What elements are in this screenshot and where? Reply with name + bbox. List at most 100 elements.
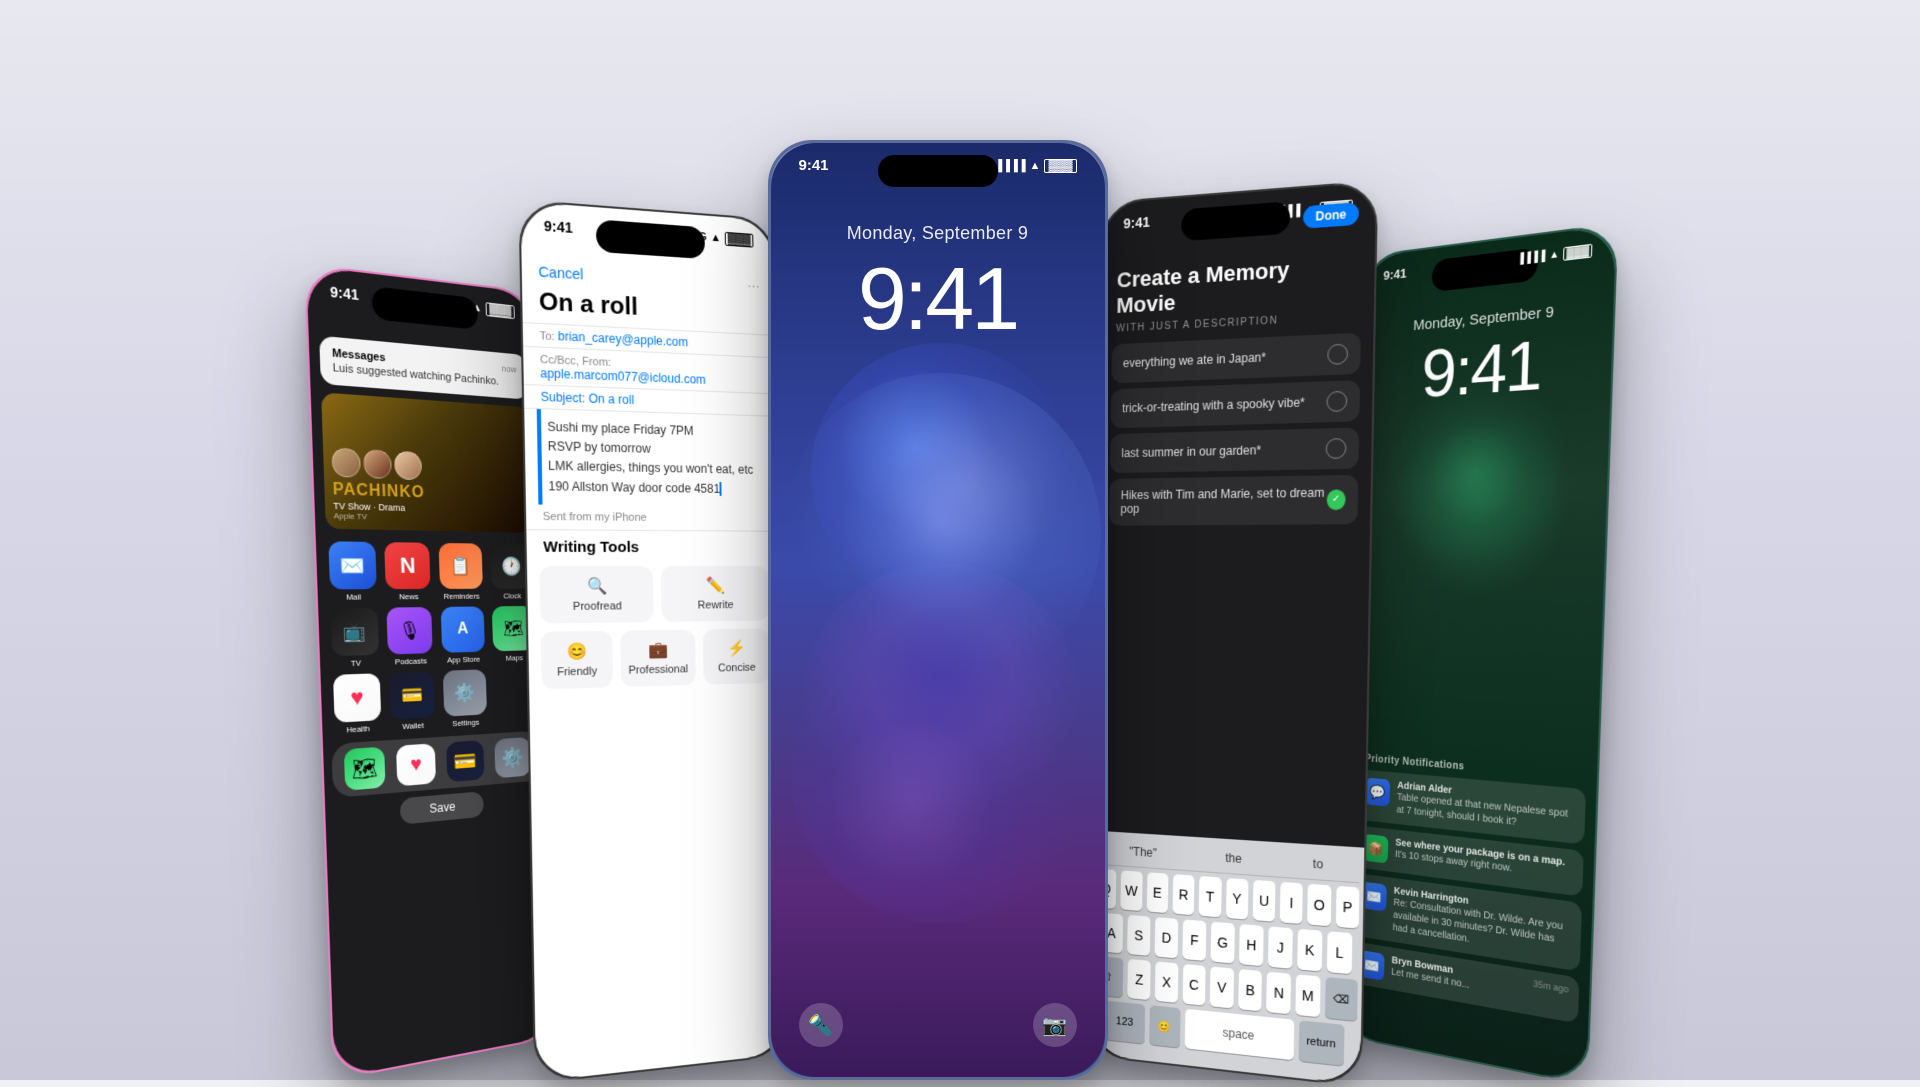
check-3 (1325, 438, 1346, 459)
prompt-4[interactable]: Hikes with Tim and Marie, set to dream p… (1108, 475, 1357, 526)
dock-wallet[interactable]: 💳 (446, 740, 484, 782)
key-t[interactable]: T (1198, 876, 1220, 917)
key-i[interactable]: I (1279, 882, 1302, 924)
suggest-1[interactable]: "The" (1121, 842, 1164, 863)
rewrite-button[interactable]: ✏️ Rewrite (660, 566, 768, 622)
phone3-lockscreen: 9:41 ▐▐▐▐ ▲ ▓▓▓ Monday, September 9 9:41… (771, 143, 1105, 1077)
wallet-icon[interactable]: 💳 (388, 671, 434, 720)
email-body[interactable]: Sushi my place Friday 7PM RSVP by tomorr… (524, 408, 778, 508)
news-icon[interactable]: N (384, 542, 430, 589)
sent-from: Sent from my iPhone (525, 504, 778, 530)
key-k[interactable]: K (1297, 929, 1322, 972)
notif-content-2: See where your package is on a map. It's… (1394, 837, 1572, 887)
app-podcasts[interactable]: 🎙 Podcasts (384, 607, 434, 667)
phone-email: 9:41 5G ▲ ▓▓▓ Cancel ··· On a roll To: b… (518, 199, 789, 1084)
status-time-2: 9:41 (543, 218, 572, 236)
lock-date-3: Monday, September 9 (771, 223, 1105, 244)
camera-button[interactable]: 📷 (1033, 1003, 1077, 1047)
wifi-3: ▲ (1030, 160, 1041, 172)
tv-info: PACHINKO TV Show · Drama Apple TV (331, 447, 425, 522)
key-delete[interactable]: ⌫ (1324, 977, 1357, 1021)
key-l[interactable]: L (1326, 931, 1352, 974)
suggest-2[interactable]: the (1217, 848, 1250, 868)
dock-maps[interactable]: 🗺 (343, 747, 385, 791)
dynamic-island-4 (1181, 201, 1290, 241)
health-label: Health (346, 724, 370, 735)
mail-icon[interactable]: ✉️ (328, 541, 376, 589)
appstore-icon[interactable]: A (440, 606, 484, 652)
prompt-text-1: everything we ate in Japan* (1122, 350, 1265, 370)
key-d[interactable]: D (1154, 917, 1178, 958)
priority-notifications: ↑ Priority Notifications 💬 Adrian Alder … (1350, 753, 1586, 1030)
key-s[interactable]: S (1127, 915, 1150, 956)
key-u[interactable]: U (1252, 880, 1275, 922)
status-icons-5: ▐▐▐▐ ▲ ▓▓▓ (1516, 243, 1592, 268)
key-o[interactable]: O (1307, 884, 1331, 927)
friendly-button[interactable]: 😊 Friendly (540, 630, 612, 689)
key-h[interactable]: H (1239, 924, 1264, 966)
writing-tools-grid: 🔍 Proofread ✏️ Rewrite (526, 562, 779, 628)
key-m[interactable]: M (1295, 974, 1320, 1017)
reminders-icon[interactable]: 📋 (438, 543, 482, 589)
subject-value: Subject: On a roll (540, 390, 634, 407)
key-return[interactable]: return (1298, 1020, 1344, 1066)
save-button[interactable]: Save (400, 791, 484, 825)
settings-icon[interactable]: ⚙️ (442, 669, 486, 716)
lock-bottom-bar: 🔦 📷 (771, 1003, 1105, 1047)
key-numbers[interactable]: 123 (1104, 1001, 1144, 1044)
app-mail[interactable]: ✉️ Mail (326, 541, 378, 602)
key-z[interactable]: Z (1127, 959, 1150, 1000)
concise-button[interactable]: ⚡ Concise (702, 628, 769, 684)
key-f[interactable]: F (1182, 919, 1206, 961)
key-j[interactable]: J (1267, 926, 1292, 968)
app-appstore[interactable]: A App Store (438, 606, 486, 664)
notification-card-1: Messages now Luis suggested watching Pac… (319, 336, 528, 400)
app-wallet[interactable]: 💳 Wallet (387, 671, 437, 732)
prompt-3[interactable]: last summer in our garden* (1109, 427, 1358, 473)
dock-settings[interactable]: ⚙️ (494, 737, 531, 778)
key-v[interactable]: V (1209, 966, 1233, 1008)
key-w[interactable]: W (1120, 870, 1142, 911)
proofread-button[interactable]: 🔍 Proofread (539, 566, 653, 624)
prompt-2[interactable]: trick-or-treating with a spooky vibe* (1110, 380, 1359, 428)
key-y[interactable]: Y (1225, 878, 1248, 920)
app-news[interactable]: N News (382, 542, 432, 601)
dynamic-island-2 (595, 219, 704, 259)
key-e[interactable]: E (1146, 872, 1168, 913)
key-b[interactable]: B (1238, 969, 1262, 1011)
clock-label: Clock (503, 592, 521, 601)
concise-label: Concise (717, 662, 755, 675)
tv-show-source: Apple TV (333, 511, 425, 523)
tv-icon[interactable]: 📺 (330, 608, 378, 657)
flashlight-button[interactable]: 🔦 (799, 1003, 843, 1047)
app-tv[interactable]: 📺 TV (328, 608, 380, 669)
key-r[interactable]: R (1172, 874, 1194, 915)
app-health[interactable]: ♥ Health (330, 673, 382, 735)
person-avatar-3 (393, 451, 421, 481)
email-dots: ··· (747, 277, 760, 292)
phones-showcase: 9:41 ▐▐▐▐ ▲ ▓▓▓ Messages now Luis sugges… (310, 140, 1610, 1080)
podcasts-icon[interactable]: 🎙 (386, 607, 432, 654)
battery-icon-2: ▓▓▓ (724, 232, 753, 248)
key-space[interactable]: space (1184, 1009, 1294, 1061)
wallet-label: Wallet (402, 721, 424, 731)
suggest-3[interactable]: to (1304, 854, 1331, 874)
key-n[interactable]: N (1266, 972, 1290, 1015)
key-g[interactable]: G (1210, 922, 1234, 964)
dock-health[interactable]: ♥ (395, 743, 435, 786)
done-button[interactable]: Done (1303, 202, 1359, 229)
app-settings[interactable]: ⚙️ Settings (440, 669, 488, 729)
key-c[interactable]: C (1182, 964, 1206, 1006)
tv-card-1: PACHINKO TV Show · Drama Apple TV (321, 392, 532, 532)
app-reminders[interactable]: 📋 Reminders (436, 543, 484, 601)
signal-5: ▐▐▐▐ (1516, 251, 1545, 266)
cancel-button[interactable]: Cancel (538, 263, 583, 282)
key-x[interactable]: X (1154, 961, 1177, 1003)
health-icon[interactable]: ♥ (332, 673, 380, 723)
phone5-screen: 9:41 ▐▐▐▐ ▲ ▓▓▓ Monday, September 9 9:41… (1340, 225, 1616, 1084)
key-emoji[interactable]: 😊 (1148, 1005, 1179, 1048)
professional-button[interactable]: 💼 Professional (619, 629, 695, 687)
key-p[interactable]: P (1335, 886, 1359, 929)
app-grid-1: ✉️ Mail N News 📋 Reminders 🕐 Clock (315, 533, 547, 745)
status-time-3: 9:41 (799, 157, 829, 174)
